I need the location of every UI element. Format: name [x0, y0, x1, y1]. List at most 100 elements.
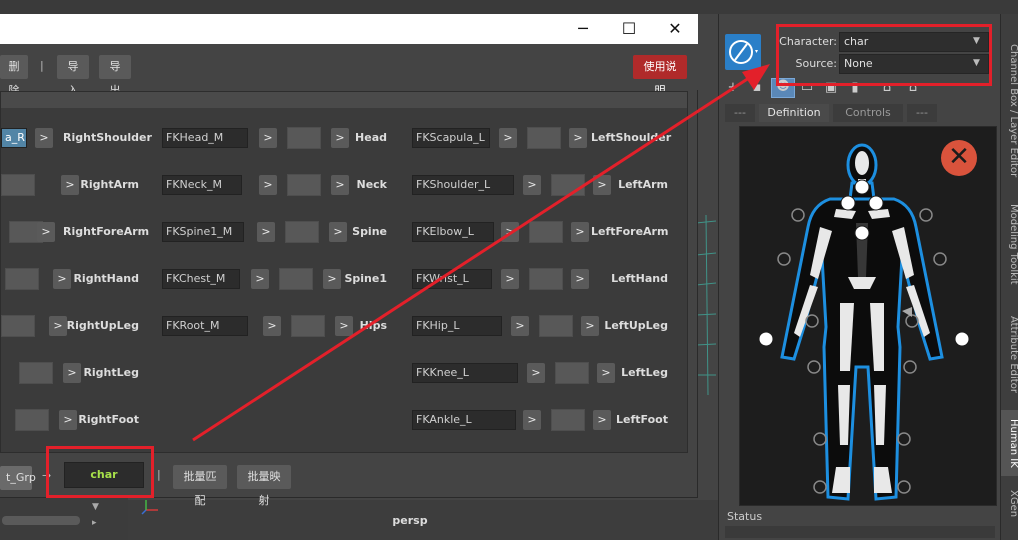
- mid-joint-slot[interactable]: [287, 127, 321, 149]
- right-assign-button[interactable]: >: [523, 175, 541, 195]
- right-apply-button[interactable]: >: [569, 128, 587, 148]
- tab-controls[interactable]: Controls: [833, 104, 903, 122]
- toolbar-separator: |: [40, 59, 44, 72]
- side-tab-modeling-toolkit[interactable]: Modeling Toolkit: [1001, 194, 1018, 294]
- character-definition-figure[interactable]: [739, 126, 997, 506]
- right-joint-field[interactable]: FKAnkle_L: [412, 410, 516, 430]
- maximize-icon[interactable]: ☐: [606, 14, 652, 44]
- humanik-logo-icon[interactable]: [725, 34, 761, 70]
- left-joint-slot[interactable]: [1, 174, 35, 196]
- dialog-titlebar[interactable]: ─ ☐ ✕: [0, 14, 698, 44]
- right-joint-slot[interactable]: [529, 221, 563, 243]
- add-icon[interactable]: +: [725, 80, 741, 96]
- right-joint-slot[interactable]: [555, 362, 589, 384]
- side-tab-strip: Channel Box / Layer Editor Modeling Tool…: [1000, 14, 1018, 540]
- left-assign-button[interactable]: >: [37, 222, 55, 242]
- center-joint-label: Head: [355, 131, 387, 144]
- left-joint-slot[interactable]: [5, 268, 39, 290]
- left-side-joint-label: LeftLeg: [621, 366, 668, 379]
- tab-placeholder-left[interactable]: ---: [725, 104, 755, 122]
- maya-top-strip: [0, 0, 1018, 14]
- mid-joint-field[interactable]: FKRoot_M: [162, 316, 248, 336]
- right-side-joint-label: RightHand: [73, 272, 139, 285]
- right-joint-field[interactable]: FKWrist_L: [412, 269, 492, 289]
- horizontal-scrollbar[interactable]: [2, 516, 80, 525]
- camera-label: persp: [392, 514, 428, 527]
- batch-map-button[interactable]: 批量映射: [237, 465, 291, 507]
- right-joint-slot[interactable]: [529, 268, 563, 290]
- right-side-joint-label: RightArm: [80, 178, 139, 191]
- left-joint-slot[interactable]: [19, 362, 53, 384]
- left-joint-slot[interactable]: [15, 409, 49, 431]
- dialog-toolbar: 删除 | 导入 导出 使用说明: [0, 44, 698, 97]
- left-side-joint-label: LeftShoulder: [591, 131, 672, 144]
- help-button[interactable]: 使用说明: [633, 55, 687, 97]
- center-joint-label: Spine: [352, 225, 387, 238]
- side-tab-attribute-editor[interactable]: Attribute Editor: [1001, 304, 1018, 404]
- right-assign-button[interactable]: >: [501, 222, 519, 242]
- right-joint-slot[interactable]: [527, 127, 561, 149]
- import-button[interactable]: 导入: [57, 55, 89, 97]
- right-apply-button[interactable]: >: [571, 222, 589, 242]
- right-joint-field[interactable]: FKKnee_L: [412, 363, 518, 383]
- delete-button[interactable]: 删除: [0, 55, 28, 97]
- close-icon[interactable]: ✕: [652, 14, 698, 44]
- minimize-icon[interactable]: ─: [560, 14, 606, 44]
- mid-joint-slot[interactable]: [287, 174, 321, 196]
- mid-assign-button[interactable]: >: [263, 316, 281, 336]
- mid-assign-button[interactable]: >: [257, 222, 275, 242]
- side-tab-xgen[interactable]: XGen: [1001, 484, 1018, 524]
- left-assign-button[interactable]: >: [35, 128, 53, 148]
- mapping-dialog: ─ ☐ ✕ 删除 | 导入 导出 使用说明 a_R > RightShoulder F…: [0, 14, 698, 507]
- batch-match-button[interactable]: 批量匹配: [173, 465, 227, 507]
- center-joint-label: Spine1: [344, 272, 387, 285]
- right-joint-field[interactable]: FKHip_L: [412, 316, 502, 336]
- mid-assign-button[interactable]: >: [259, 175, 277, 195]
- lock-icon[interactable]: ▪: [749, 80, 765, 96]
- right-assign-button[interactable]: >: [501, 269, 519, 289]
- mid-joint-field[interactable]: FKNeck_M: [162, 175, 242, 195]
- right-side-joint-label: RightForeArm: [63, 225, 150, 238]
- mid-assign-button[interactable]: >: [259, 128, 277, 148]
- axis-gizmo-icon: [141, 500, 158, 515]
- left-side-joint-label: LeftUpLeg: [604, 319, 668, 332]
- right-assign-button[interactable]: >: [499, 128, 517, 148]
- group-field[interactable]: t_Grp: [0, 466, 36, 490]
- bottom-separator: |: [157, 468, 161, 481]
- export-button[interactable]: 导出: [99, 55, 131, 97]
- right-assign-button[interactable]: >: [511, 316, 529, 336]
- right-joint-slot[interactable]: [551, 409, 585, 431]
- scroll-right-arrow-icon[interactable]: ▸: [92, 518, 97, 528]
- mid-joint-slot[interactable]: [279, 268, 313, 290]
- mid-joint-slot[interactable]: [285, 221, 319, 243]
- mid-assign-button[interactable]: >: [251, 269, 269, 289]
- close-definition-icon[interactable]: ✕: [941, 140, 977, 176]
- center-joint-label: Neck: [356, 178, 387, 191]
- right-assign-button[interactable]: >: [527, 363, 545, 383]
- left-side-joint-label: LeftHand: [611, 272, 668, 285]
- right-assign-button[interactable]: >: [523, 410, 541, 430]
- right-joint-field[interactable]: FKShoulder_L: [412, 175, 514, 195]
- status-label: Status: [727, 510, 763, 523]
- scroll-down-arrow-icon[interactable]: ▼: [92, 502, 99, 512]
- side-tab-human-ik[interactable]: Human IK: [1001, 410, 1018, 476]
- left-joint-slot[interactable]: [1, 315, 35, 337]
- right-apply-button[interactable]: >: [571, 269, 589, 289]
- tab-placeholder-right[interactable]: ---: [907, 104, 937, 122]
- right-side-joint-label: RightFoot: [78, 413, 139, 426]
- tab-definition[interactable]: Definition: [759, 104, 829, 122]
- right-joint-slot[interactable]: [551, 174, 585, 196]
- mid-joint-slot[interactable]: [291, 315, 325, 337]
- highlight-box-char-field: [46, 446, 154, 498]
- left-side-joint-label: LeftArm: [618, 178, 668, 191]
- mid-joint-field[interactable]: FKChest_M: [162, 269, 240, 289]
- right-joint-slot[interactable]: [539, 315, 573, 337]
- right-side-joint-label: RightLeg: [83, 366, 139, 379]
- left-joint-field[interactable]: a_R: [1, 128, 27, 148]
- mid-joint-field[interactable]: FKSpine1_M: [162, 222, 244, 242]
- right-joint-field[interactable]: FKScapula_L: [412, 128, 490, 148]
- right-joint-field[interactable]: FKElbow_L: [412, 222, 494, 242]
- right-side-joint-label: RightShoulder: [63, 131, 152, 144]
- mid-joint-field[interactable]: FKHead_M: [162, 128, 248, 148]
- side-tab-channel-box[interactable]: Channel Box / Layer Editor: [1001, 36, 1018, 186]
